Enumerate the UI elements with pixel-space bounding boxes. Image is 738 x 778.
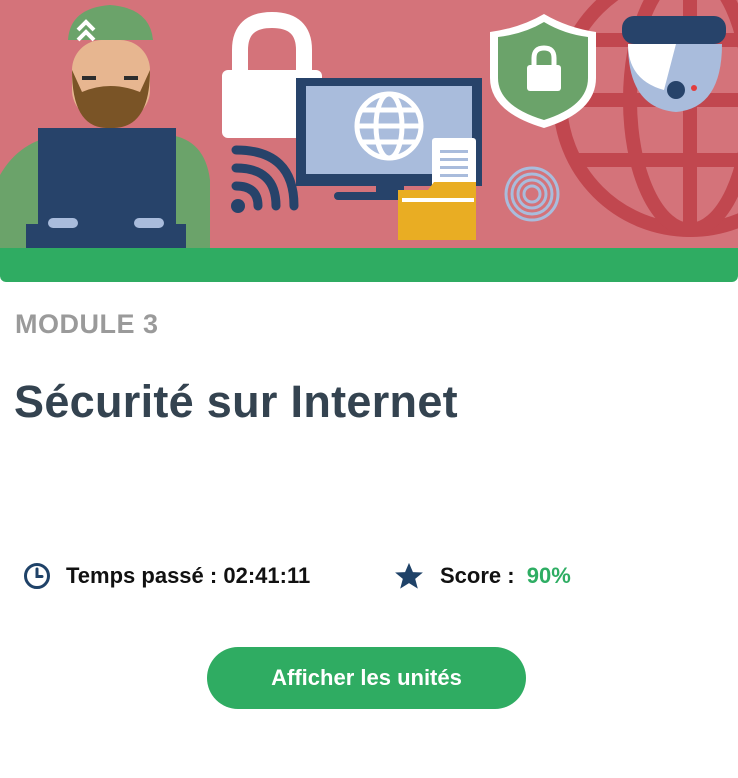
score-stat: Score : 90%: [394, 561, 571, 591]
time-spent-value: 02:41:11: [223, 563, 311, 588]
module-card: MODULE 3 Sécurité sur Internet Temps pas…: [0, 0, 738, 778]
score-label: Score: [440, 563, 502, 588]
score-separator: :: [501, 563, 521, 588]
time-spent-separator: :: [203, 563, 224, 588]
score-value: 90%: [526, 563, 571, 588]
time-spent-stat: Temps passé : 02:41:11: [22, 561, 394, 591]
module-number-label: MODULE 3: [15, 309, 159, 339]
module-stats: Temps passé : 02:41:11 Score : 90%: [22, 560, 571, 592]
module-banner-illustration: [0, 0, 738, 248]
module-title: Sécurité sur Internet: [14, 376, 458, 427]
time-spent-label: Temps passé: [66, 563, 204, 588]
show-units-button[interactable]: Afficher les unités: [207, 647, 526, 709]
star-icon: [394, 561, 424, 591]
folder-icon: [398, 182, 476, 240]
module-progress-bar: [0, 248, 738, 282]
clock-icon: [22, 561, 52, 591]
module-progress-fill: [0, 248, 738, 282]
